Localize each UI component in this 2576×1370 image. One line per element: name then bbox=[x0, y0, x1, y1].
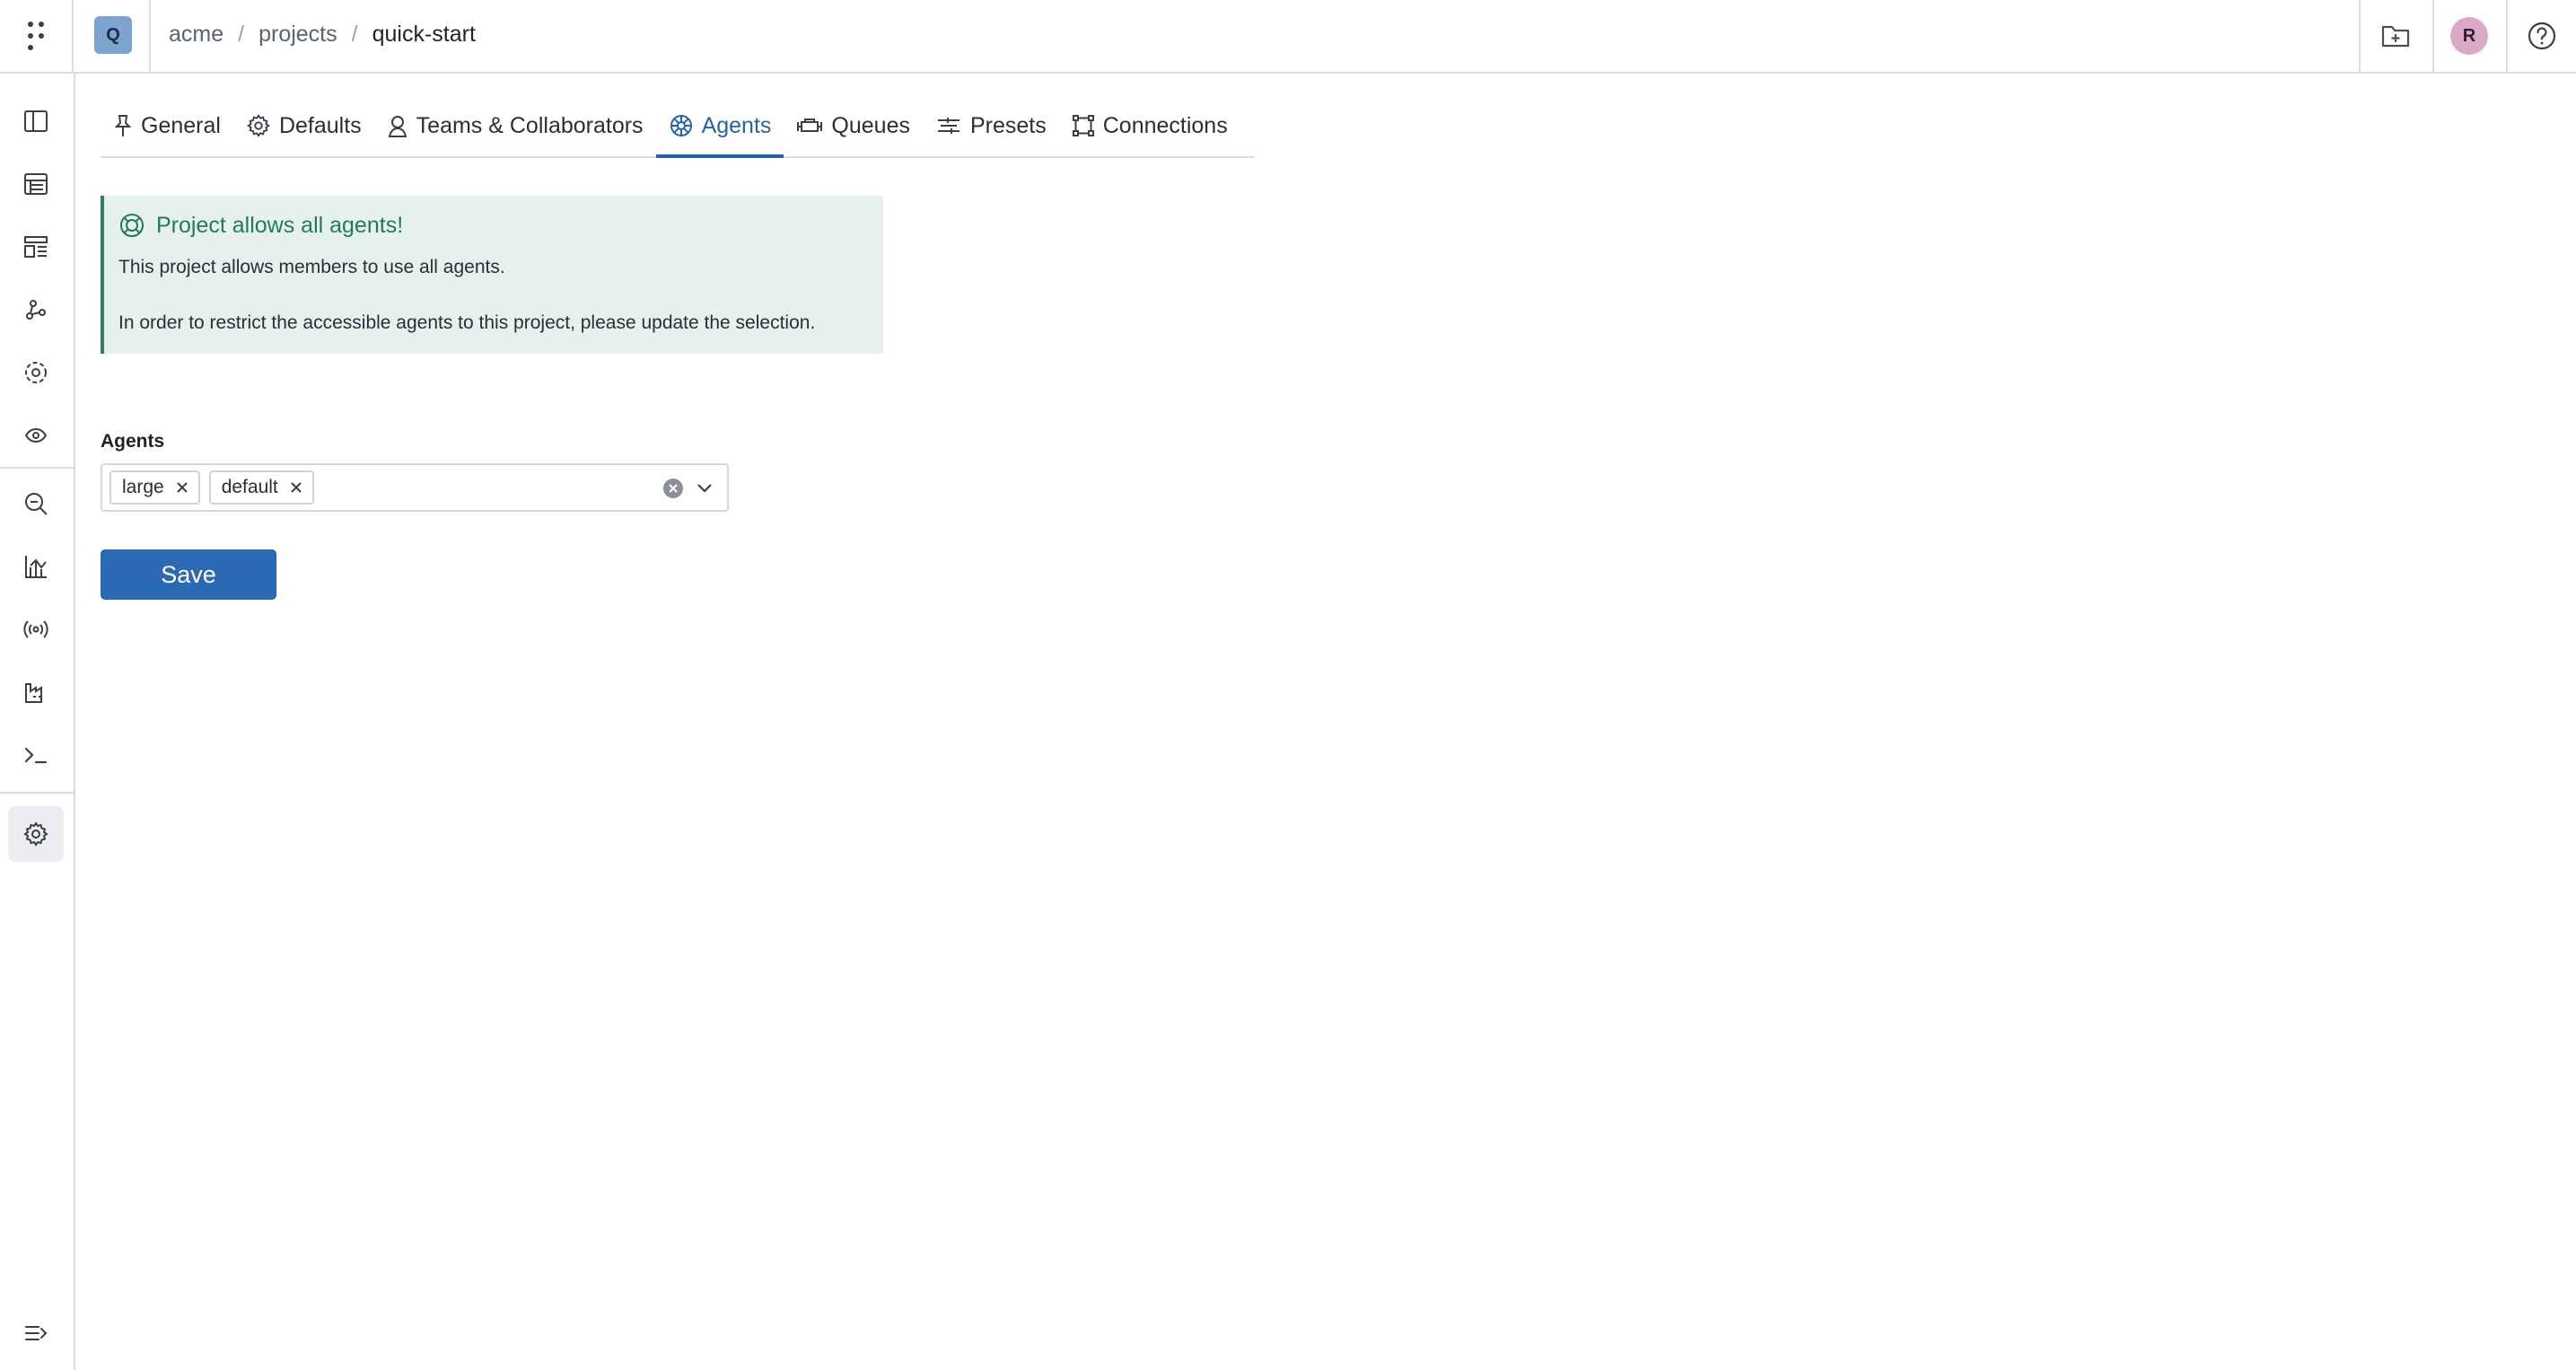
eye-cycle-icon bbox=[22, 422, 49, 449]
breadcrumb-separator: / bbox=[351, 21, 358, 47]
gear-icon bbox=[246, 113, 271, 138]
sidebar-item-registry[interactable] bbox=[8, 664, 64, 720]
chevron-down-icon[interactable] bbox=[695, 479, 714, 497]
search-icon bbox=[22, 490, 49, 517]
apps-menu-button[interactable] bbox=[0, 0, 74, 72]
sidebar-item-streams[interactable] bbox=[8, 602, 64, 657]
settings-tabs: General Defaults Teams & Collaborators A… bbox=[101, 97, 1255, 158]
tab-label: Connections bbox=[1102, 112, 1228, 138]
clear-selection-icon[interactable] bbox=[662, 478, 684, 499]
apps-grid-icon bbox=[27, 21, 45, 51]
tab-teams-collaborators[interactable]: Teams & Collaborators bbox=[374, 97, 656, 158]
terminal-icon bbox=[22, 742, 49, 768]
factory-icon bbox=[22, 679, 49, 706]
lifebuoy-icon bbox=[118, 212, 145, 239]
sidebar-divider bbox=[0, 467, 74, 469]
project-badge[interactable]: Q bbox=[94, 16, 132, 54]
sidebar-item-settings[interactable] bbox=[8, 806, 64, 862]
presets-icon bbox=[935, 115, 962, 136]
tab-general[interactable]: General bbox=[101, 97, 233, 158]
user-icon bbox=[387, 113, 408, 138]
save-button[interactable]: Save bbox=[101, 549, 276, 600]
gear-icon bbox=[22, 821, 49, 847]
chart-icon bbox=[22, 553, 49, 580]
tab-label: Teams & Collaborators bbox=[416, 112, 644, 138]
breadcrumb-project[interactable]: quick-start bbox=[372, 22, 476, 48]
tab-label: Agents bbox=[701, 112, 772, 138]
top-bar: Q acme / projects / quick-start R bbox=[0, 0, 2576, 74]
tab-connections[interactable]: Connections bbox=[1059, 97, 1240, 158]
new-folder-icon bbox=[2381, 23, 2410, 48]
selected-agent-chip: large bbox=[110, 470, 200, 505]
tab-presets[interactable]: Presets bbox=[923, 97, 1059, 158]
sidebar bbox=[0, 74, 75, 1370]
help-icon bbox=[2527, 21, 2557, 51]
tab-label: Presets bbox=[969, 112, 1047, 138]
remove-chip-icon[interactable] bbox=[289, 480, 303, 495]
dashboard-icon bbox=[22, 233, 49, 260]
sidebar-item-runs[interactable] bbox=[8, 408, 64, 463]
chip-label: large bbox=[122, 477, 164, 497]
selected-agent-chip: default bbox=[208, 470, 314, 505]
breadcrumb-projects[interactable]: projects bbox=[258, 22, 337, 48]
breadcrumb-separator: / bbox=[238, 21, 245, 47]
callout-message: In order to restrict the accessible agen… bbox=[118, 312, 816, 333]
collapse-sidebar-icon bbox=[22, 1320, 49, 1347]
callout-message: This project allows members to use all a… bbox=[118, 257, 505, 277]
graph-nodes-icon bbox=[22, 296, 49, 323]
callout-title: Project allows all agents! bbox=[156, 212, 404, 238]
tab-label: Defaults bbox=[278, 112, 362, 138]
agents-multiselect[interactable]: large default bbox=[101, 463, 729, 512]
callout-title-row: Project allows all agents! bbox=[118, 212, 883, 239]
connections-icon bbox=[1072, 114, 1095, 137]
broadcast-icon bbox=[22, 616, 49, 643]
sidebar-divider bbox=[0, 792, 74, 794]
user-menu-button[interactable]: R bbox=[2432, 0, 2504, 72]
tab-agents[interactable]: Agents bbox=[655, 97, 784, 158]
table-icon bbox=[22, 171, 49, 198]
sidebar-collapse-button[interactable] bbox=[8, 1305, 64, 1361]
pin-icon bbox=[113, 113, 133, 138]
breadcrumb-org[interactable]: acme bbox=[169, 22, 223, 48]
agents-field-label: Agents bbox=[101, 431, 165, 452]
info-callout: Project allows all agents! This project … bbox=[101, 196, 883, 354]
sidebar-item-panels[interactable] bbox=[8, 93, 64, 149]
avatar: R bbox=[2450, 17, 2488, 55]
tab-queues[interactable]: Queues bbox=[784, 97, 923, 158]
tab-label: Queues bbox=[831, 112, 910, 138]
sidebar-panel-icon bbox=[22, 108, 49, 135]
sidebar-item-terminal[interactable] bbox=[8, 727, 64, 783]
sidebar-item-analytics[interactable] bbox=[8, 539, 64, 594]
queue-icon bbox=[796, 115, 823, 136]
remove-chip-icon[interactable] bbox=[175, 480, 189, 495]
breadcrumb: acme / projects / quick-start bbox=[169, 0, 476, 68]
sidebar-item-graph[interactable] bbox=[8, 282, 64, 338]
agents-wheel-icon bbox=[669, 113, 694, 138]
tab-label: General bbox=[141, 112, 221, 138]
sidebar-item-table[interactable] bbox=[8, 156, 64, 212]
help-button[interactable] bbox=[2506, 0, 2576, 72]
sidebar-item-dashboards[interactable] bbox=[8, 219, 64, 275]
new-folder-button[interactable] bbox=[2359, 0, 2431, 72]
sidebar-item-search[interactable] bbox=[8, 476, 64, 531]
divider bbox=[149, 0, 151, 72]
agents-icon bbox=[22, 359, 49, 386]
tab-defaults[interactable]: Defaults bbox=[233, 97, 374, 158]
sidebar-item-agents[interactable] bbox=[8, 345, 64, 400]
chip-label: default bbox=[221, 477, 278, 497]
